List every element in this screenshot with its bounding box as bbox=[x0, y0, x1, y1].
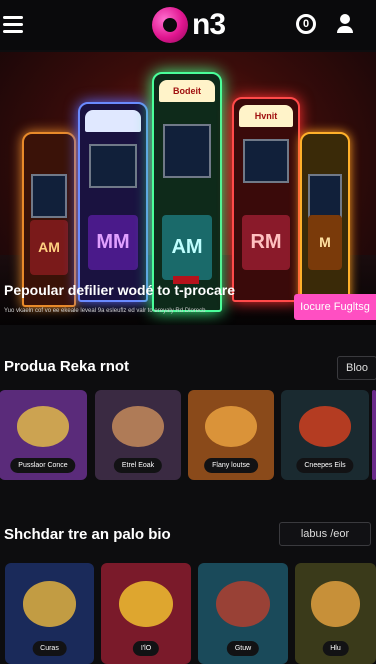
menu-icon[interactable] bbox=[3, 16, 23, 34]
section-more-button[interactable]: labus /eor bbox=[279, 522, 371, 546]
game-tile[interactable]: Gtuw bbox=[198, 563, 288, 664]
section-title: Shchdar tre an palo bio bbox=[4, 526, 171, 543]
slot-cabinet: AM bbox=[22, 132, 76, 307]
game-tile[interactable]: Hlu bbox=[295, 563, 376, 664]
game-tile[interactable]: Etrel Eoak bbox=[95, 390, 181, 480]
game-tile-partial[interactable] bbox=[372, 390, 376, 480]
logo-text: n3 bbox=[192, 8, 226, 41]
slot-cabinet: MM bbox=[78, 102, 148, 302]
game-tile[interactable]: I'lO bbox=[101, 563, 191, 664]
top-bar: n3 0 bbox=[0, 0, 376, 50]
logo-mark-icon bbox=[152, 7, 188, 43]
game-tile[interactable]: Cneepes Eils bbox=[281, 390, 369, 480]
coin-icon[interactable]: 0 bbox=[296, 14, 316, 34]
hero-cta-button[interactable]: Iocure Fugltsg bbox=[294, 294, 376, 320]
hero-subtitle: Yuo vkaeln cof vo ee ekeale leveal 9a es… bbox=[4, 308, 206, 314]
section-title: Produa Reka rnot bbox=[4, 358, 130, 375]
game-tile[interactable]: Pusslaor Conce bbox=[0, 390, 87, 480]
slot-cabinet: Hvnit RM bbox=[232, 97, 300, 302]
slot-cabinet: M bbox=[300, 132, 350, 302]
hero-title: Pepoular defilier wodé to t-procare bbox=[4, 282, 236, 298]
game-tile[interactable]: Curas bbox=[5, 563, 94, 664]
section-more-button[interactable]: Bloo bbox=[337, 356, 376, 380]
logo[interactable]: n3 bbox=[152, 7, 226, 43]
user-icon[interactable] bbox=[335, 14, 355, 34]
game-tile[interactable]: Flany loutse bbox=[188, 390, 274, 480]
